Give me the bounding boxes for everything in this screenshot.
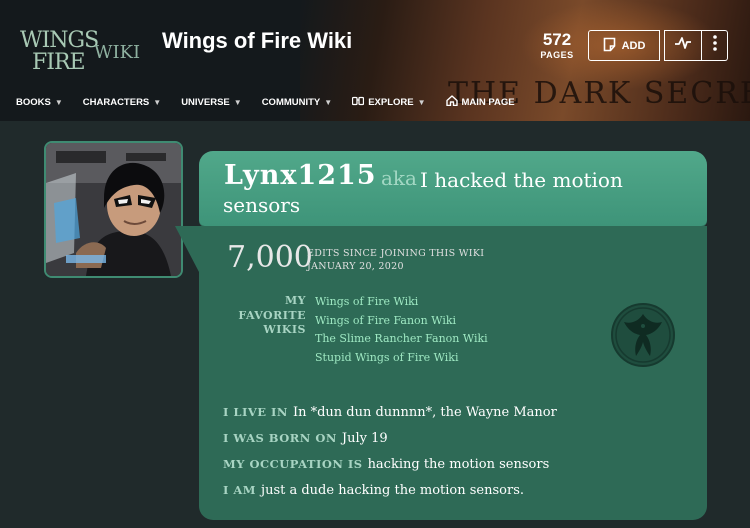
favorite-wikis-label: MY FAVORITE WIKIS (228, 294, 306, 338)
join-date: JANUARY 20, 2020 (307, 261, 404, 272)
username: Lynx1215 (224, 160, 377, 191)
fav-label-line2: FAVORITE (238, 308, 306, 322)
site-title[interactable]: Wings of Fire Wiki (162, 28, 352, 54)
aka-label: aka (381, 166, 417, 190)
edit-count-description: EDITS SINCE JOINING THIS WIKI JANUARY 20… (307, 247, 484, 273)
add-button[interactable]: ADD (588, 30, 660, 61)
recent-activity-button[interactable] (664, 30, 702, 61)
favorite-wiki-link[interactable]: The Slime Rancher Fanon Wiki (315, 330, 488, 349)
activity-icon (674, 36, 692, 55)
fact-key: I LIVE IN (223, 405, 288, 419)
chevron-down-icon: ▼ (233, 97, 242, 107)
fact-i-am: I AM just a dude hacking the motion senso… (223, 483, 524, 498)
main-navigation: BOOKS ▼ CHARACTERS ▼ UNIVERSE ▼ COMMUNIT… (16, 95, 535, 109)
nav-characters[interactable]: CHARACTERS ▼ (83, 97, 161, 108)
nickname: I hacked the motion (420, 168, 623, 192)
more-vertical-icon (712, 35, 717, 56)
edits-since-label: EDITS SINCE JOINING THIS WIKI (307, 248, 485, 259)
site-header: THE DARK SECRET WINGS FIRE WIKI Wings of… (0, 0, 750, 121)
explore-icon (352, 96, 365, 109)
chevron-down-icon: ▼ (54, 97, 63, 107)
chevron-down-icon: ▼ (324, 97, 333, 107)
favorite-wikis-list: Wings of Fire Wiki Wings of Fire Fanon W… (315, 293, 488, 367)
fact-key: I AM (223, 483, 257, 497)
fact-value: just a dude hacking the motion sensors. (261, 483, 525, 498)
profile-avatar (44, 141, 183, 278)
nav-books[interactable]: BOOKS ▼ (16, 97, 63, 108)
page-count-label: PAGES (540, 50, 574, 60)
tribe-emblem-icon (610, 302, 676, 368)
fact-occupation: MY OCCUPATION IS hacking the motion senso… (223, 457, 549, 472)
favorite-wiki-link[interactable]: Wings of Fire Wiki (315, 293, 488, 312)
fact-lives-in: I LIVE IN In *dun dun dunnnn*, the Wayne … (223, 405, 557, 420)
wiki-logo[interactable]: WINGS FIRE WIKI (18, 28, 141, 80)
logo-text-wiki: WIKI (94, 42, 141, 63)
profile-card-header: Lynx1215 aka I hacked the motion sensors (199, 151, 707, 226)
nav-explore[interactable]: EXPLORE ▼ (352, 96, 426, 109)
page-count-number: 572 (542, 30, 572, 49)
favorite-wiki-link[interactable]: Wings of Fire Fanon Wiki (315, 312, 488, 331)
logo-text-line2: FIRE (32, 50, 86, 75)
nickname-continued: sensors (223, 193, 301, 217)
favorite-wiki-link[interactable]: Stupid Wings of Fire Wiki (315, 349, 488, 368)
nav-main-page[interactable]: MAIN PAGE (445, 95, 515, 109)
chevron-down-icon: ▼ (153, 97, 162, 107)
fact-born-on: I WAS BORN ON July 19 (223, 431, 388, 446)
nav-universe[interactable]: UNIVERSE ▼ (181, 97, 242, 108)
fact-key: MY OCCUPATION IS (223, 457, 363, 471)
fact-key: I WAS BORN ON (223, 431, 337, 445)
fact-value: In *dun dun dunnnn*, the Wayne Manor (292, 405, 557, 420)
nav-explore-label: EXPLORE (368, 96, 414, 108)
nav-community[interactable]: COMMUNITY ▼ (262, 97, 333, 108)
add-page-icon (603, 37, 616, 55)
edit-count: 7,000 (227, 240, 313, 275)
add-button-label: ADD (621, 39, 646, 52)
chevron-down-icon: ▼ (417, 97, 426, 107)
fav-label-line1: MY (284, 294, 306, 307)
home-icon (445, 95, 458, 109)
avatar-image (46, 143, 181, 276)
nav-universe-label: UNIVERSE (181, 96, 230, 108)
nav-main-page-label: MAIN PAGE (461, 96, 515, 108)
fav-label-line3: WIKIS (263, 323, 306, 336)
nav-community-label: COMMUNITY (261, 96, 321, 108)
fact-value: hacking the motion sensors (367, 457, 550, 472)
nav-characters-label: CHARACTERS (82, 96, 150, 108)
nav-books-label: BOOKS (16, 96, 51, 108)
fact-value: July 19 (341, 431, 388, 446)
card-pointer (175, 226, 199, 272)
page-count: 572 PAGES (535, 30, 579, 60)
more-options-button[interactable] (702, 30, 728, 61)
